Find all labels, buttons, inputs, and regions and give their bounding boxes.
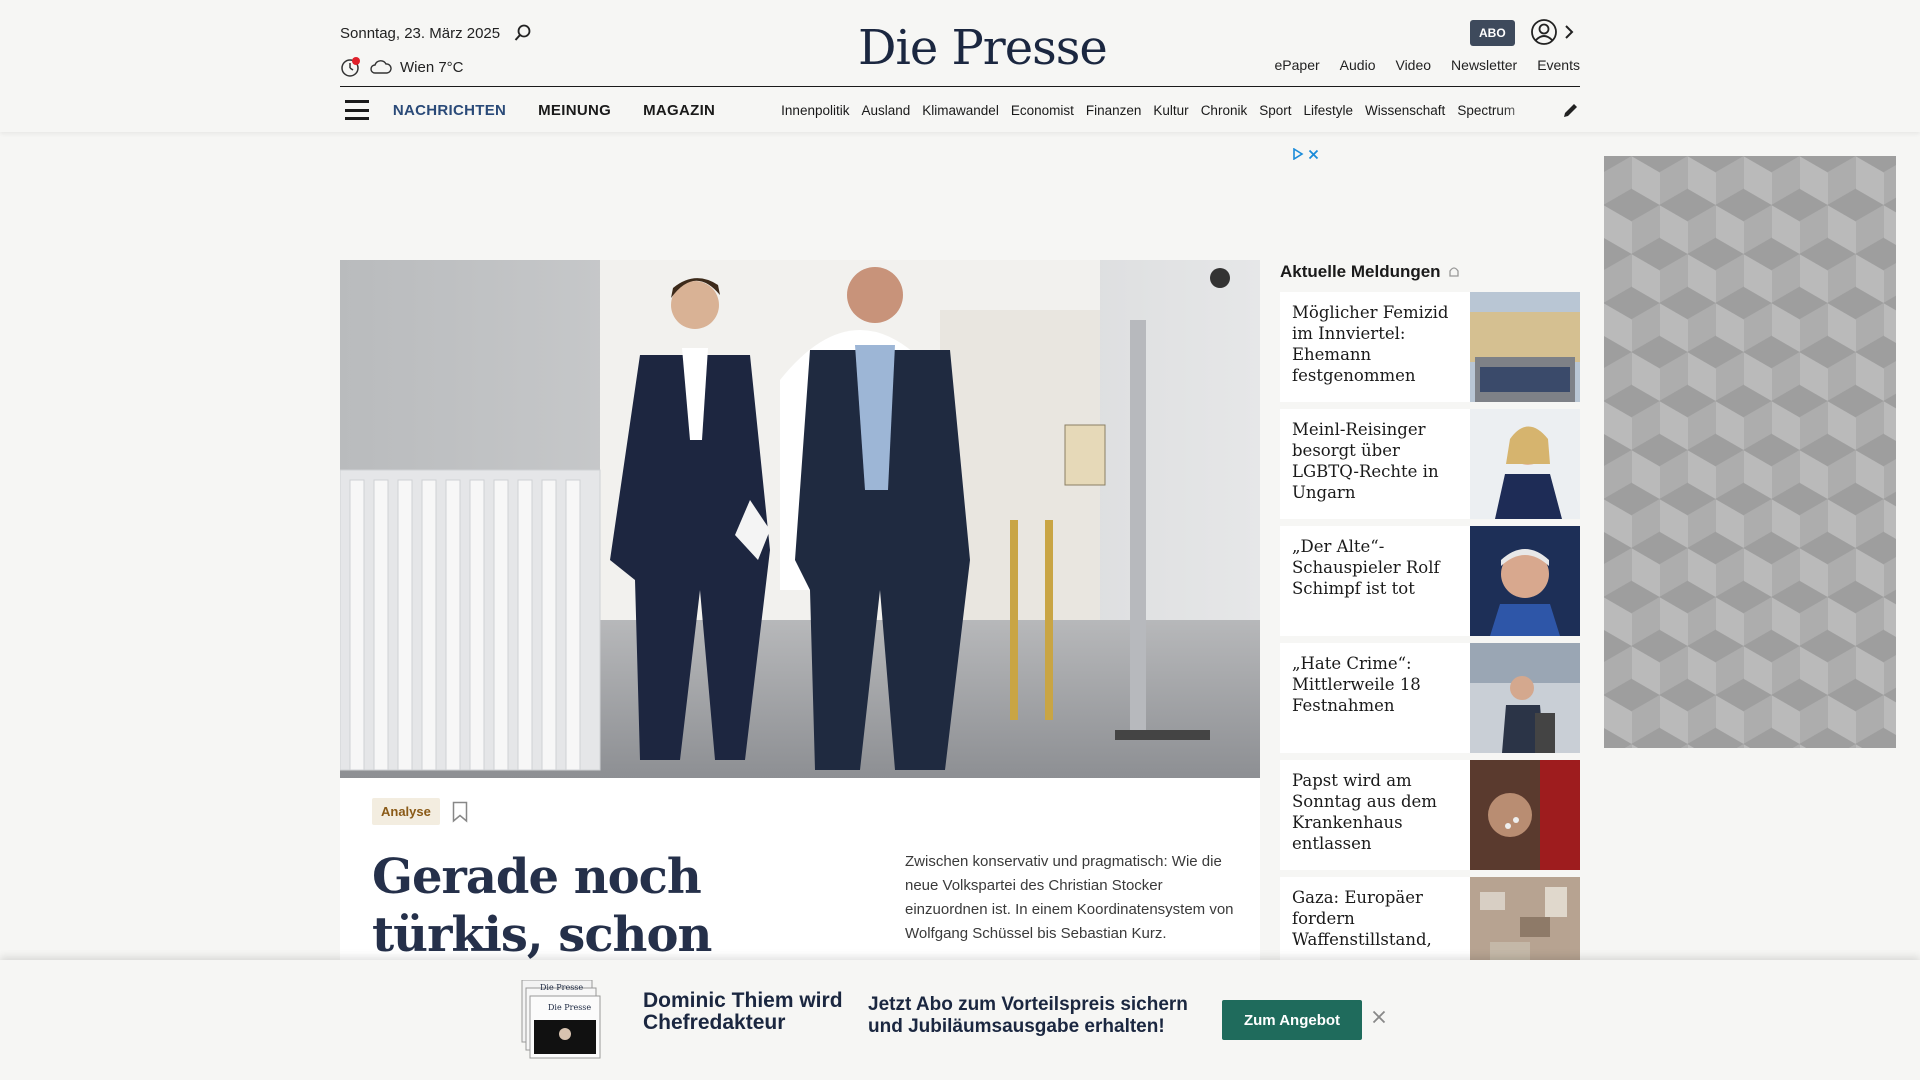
top-links: ePaper Audio Video Newsletter Events [1275,57,1580,73]
close-icon[interactable] [1308,148,1319,160]
news-heading: Aktuelle Meldungen [1280,262,1461,282]
link-video[interactable]: Video [1395,57,1431,73]
advertisement-banner[interactable] [1604,156,1896,748]
lead-teaser: Zwischen konservativ und pragmatisch: Wi… [905,853,1234,942]
news-item[interactable]: Meinl-Reisinger besorgt über LGBTQ-Recht… [1280,409,1580,519]
news-thumbnail[interactable] [1470,760,1580,870]
news-thumbnail[interactable] [1470,409,1580,519]
section-lifestyle[interactable]: Lifestyle [1304,103,1354,118]
promo-offer-text: Jetzt Abo zum Vorteilspreis sichern und … [868,994,1188,1037]
nav-divider [340,86,1580,87]
nav-nachrichten[interactable]: NACHRICHTEN [393,102,506,119]
ad-marker[interactable] [1292,148,1319,160]
lead-article[interactable]: Analyse Gerade noch türkis, schon wieder… [340,260,1260,1021]
chevron-right-icon[interactable] [1564,24,1574,40]
lead-meta: Analyse [372,798,468,825]
promo-bar: Die Presse Die Presse Dominic Thiem wird… [0,960,1920,1080]
promo-headline: Dominic Thiem wird Chefredakteur [643,989,843,1034]
user-icon[interactable] [1530,18,1558,46]
news-item[interactable]: Möglicher Femizid im Innviertel: Ehemann… [1280,292,1580,402]
svg-text:Die Presse: Die Presse [540,983,583,992]
bookmark-icon[interactable] [452,801,468,823]
news-item-title[interactable]: Papst wird am Sonntag aus dem Krankenhau… [1280,760,1470,870]
news-item-title[interactable]: „Der Alte“-Schauspieler Rolf Schimpf ist… [1280,526,1470,636]
news-item-title[interactable]: Meinl-Reisinger besorgt über LGBTQ-Recht… [1280,409,1470,519]
news-heading-text: Aktuelle Meldungen [1280,262,1441,281]
nav-magazin[interactable]: MAGAZIN [643,102,715,119]
link-events[interactable]: Events [1537,57,1580,73]
section-nav: Innenpolitik Ausland Klimawandel Economi… [781,102,1540,118]
news-thumbnail[interactable] [1470,526,1580,636]
abo-button[interactable]: ABO [1470,20,1515,46]
svg-text:Die Presse: Die Presse [548,1003,591,1012]
section-chronik[interactable]: Chronik [1201,103,1248,118]
link-audio[interactable]: Audio [1340,57,1376,73]
nav-meinung[interactable]: MEINUNG [538,102,611,119]
search-icon[interactable] [514,24,532,42]
news-list: Möglicher Femizid im Innviertel: Ehemann… [1280,292,1580,994]
section-ausland[interactable]: Ausland [861,103,910,118]
category-tag[interactable]: Analyse [372,798,440,825]
current-date: Sonntag, 23. März 2025 [340,24,501,42]
news-item[interactable]: Papst wird am Sonntag aus dem Krankenhau… [1280,760,1580,870]
section-innenpolitik[interactable]: Innenpolitik [781,103,849,118]
bell-icon[interactable] [1447,265,1461,279]
weather-line: Wien 7°C [340,56,464,78]
section-spectrum[interactable]: Spectrum [1457,103,1515,118]
link-epaper[interactable]: ePaper [1275,57,1320,73]
section-klimawandel[interactable]: Klimawandel [922,103,999,118]
site-logo[interactable]: Die Presse [858,20,1108,76]
news-thumbnail[interactable] [1470,292,1580,402]
user-menu[interactable] [1530,18,1574,46]
date-line: Sonntag, 23. März 2025 [340,24,532,42]
news-item-title[interactable]: „Hate Crime“: Mittlerweile 18 Festnahmen [1280,643,1470,753]
news-item[interactable]: „Hate Crime“: Mittlerweile 18 Festnahmen [1280,643,1580,753]
close-icon[interactable] [1372,1010,1386,1024]
hamburger-icon[interactable] [345,100,369,120]
section-finanzen[interactable]: Finanzen [1086,103,1142,118]
link-newsletter[interactable]: Newsletter [1451,57,1517,73]
main-nav: NACHRICHTEN MEINUNG MAGAZIN Innenpolitik… [340,96,1580,124]
newspaper-stack-image: Die Presse Die Presse [520,979,602,1060]
clock-icon[interactable] [340,56,362,78]
section-wissenschaft[interactable]: Wissenschaft [1365,103,1445,118]
cloud-icon [370,60,392,74]
news-item[interactable]: „Der Alte“-Schauspieler Rolf Schimpf ist… [1280,526,1580,636]
section-sport[interactable]: Sport [1259,103,1291,118]
news-item-title[interactable]: Möglicher Femizid im Innviertel: Ehemann… [1280,292,1470,402]
zum-angebot-button[interactable]: Zum Angebot [1222,1000,1362,1040]
weather-text: Wien 7°C [400,58,464,76]
lead-image[interactable] [340,260,1260,778]
adchoices-icon[interactable] [1292,148,1304,160]
section-kultur[interactable]: Kultur [1153,103,1188,118]
pencil-icon[interactable] [1562,101,1580,119]
site-header: Sonntag, 23. März 2025 Wien 7°C Die Pres… [0,0,1920,132]
news-thumbnail[interactable] [1470,643,1580,753]
section-economist[interactable]: Economist [1011,103,1074,118]
